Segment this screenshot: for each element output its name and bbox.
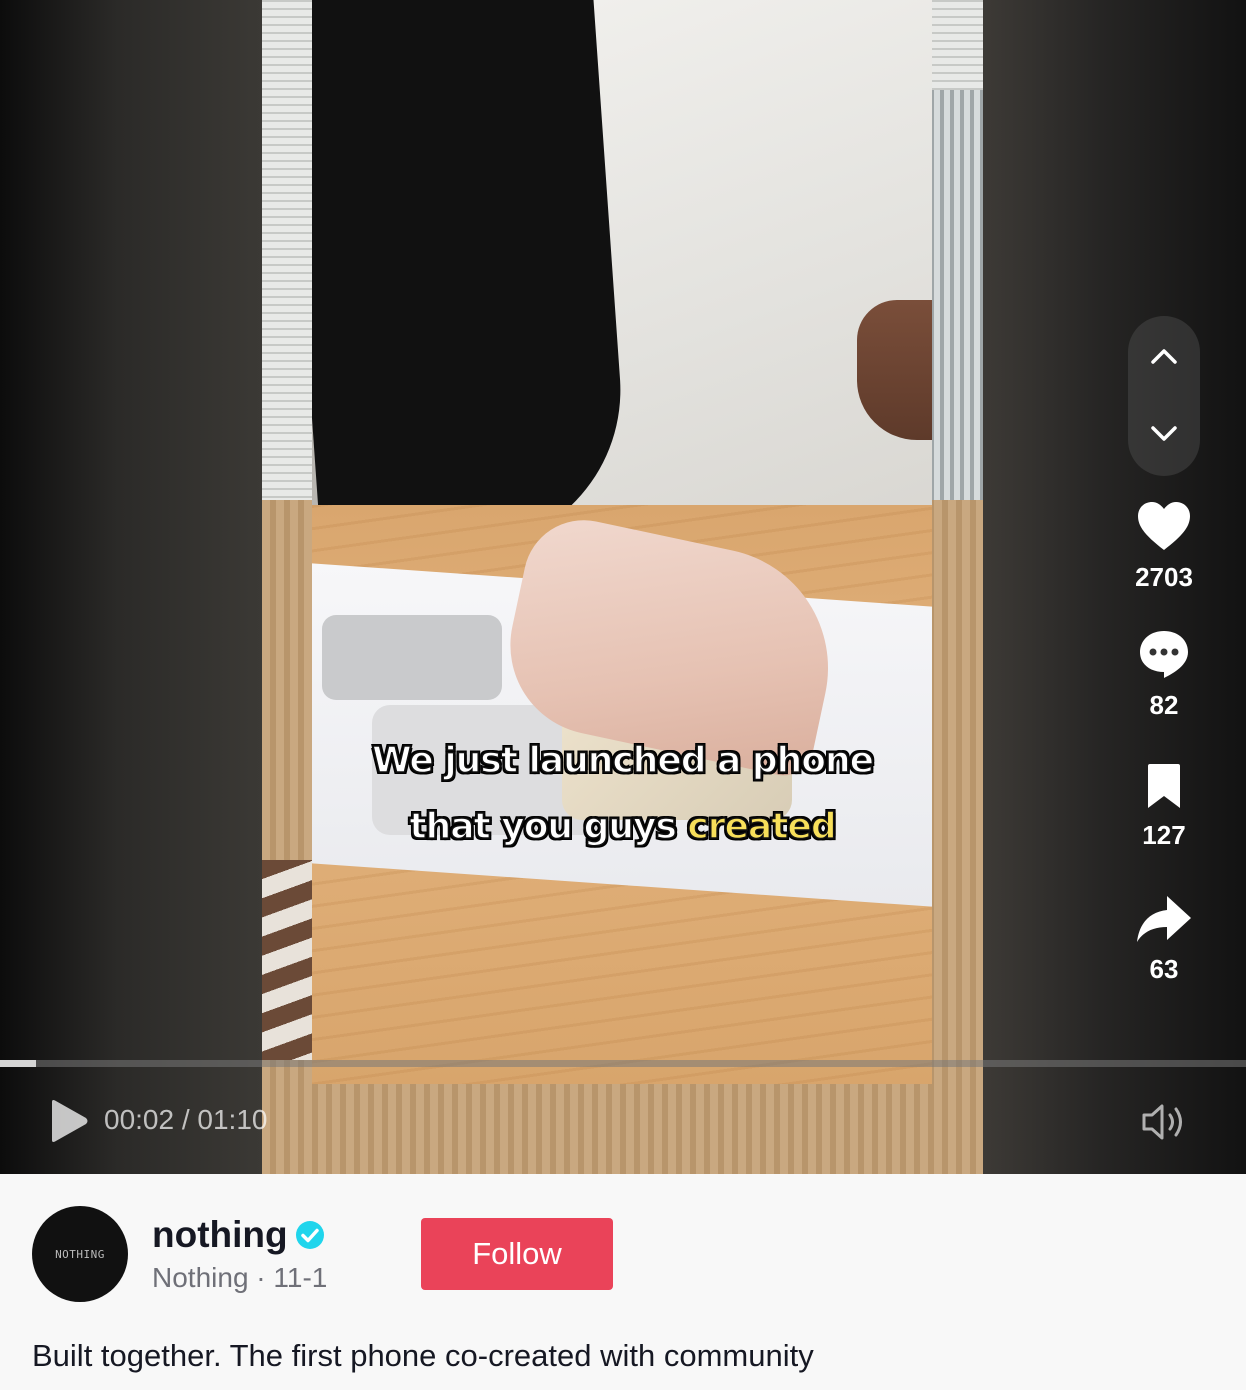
play-button[interactable] (46, 1098, 90, 1144)
share-icon (1137, 896, 1191, 942)
video-caption-line-1: We just launched a phone (371, 739, 875, 782)
video-description: Built together. The first phone co-creat… (32, 1338, 814, 1373)
blurred-backdrop-left (0, 0, 262, 1174)
video-bg-blinds (930, 90, 983, 560)
caption-highlight: created (687, 805, 838, 848)
video-player[interactable]: We just launched a phone that you guys c… (0, 0, 1246, 1174)
follow-button[interactable]: Follow (421, 1218, 613, 1290)
author-meta: Nothing · 11-1 (152, 1262, 328, 1293)
video-time: 00:02 / 01:10 (104, 1104, 268, 1135)
comment-icon (1140, 631, 1188, 678)
comment-button[interactable]: 82 (1124, 628, 1204, 721)
video-navigation (1128, 316, 1200, 476)
bookmark-icon (1148, 764, 1180, 808)
share-count: 63 (1149, 954, 1179, 984)
volume-icon (1142, 1104, 1182, 1140)
like-button[interactable]: 2703 (1124, 500, 1204, 593)
share-button[interactable]: 63 (1124, 892, 1204, 985)
video-caption-line-2: that you guys created (262, 805, 983, 848)
save-count: 127 (1142, 820, 1186, 850)
author-username[interactable]: nothing (152, 1214, 288, 1256)
avatar[interactable]: NOTHING (32, 1206, 128, 1302)
video-progress-fill (0, 1060, 37, 1067)
comment-count: 82 (1149, 690, 1179, 720)
video-frame[interactable] (262, 0, 983, 1174)
video-sleeve (312, 0, 632, 561)
author-panel: NOTHING nothing Nothing · 11-1 Follow Bu… (0, 1174, 1246, 1390)
heart-icon (1138, 502, 1190, 550)
play-icon (52, 1100, 88, 1142)
video-progress-bar[interactable] (0, 1060, 1246, 1067)
inner-video-clip (312, 0, 932, 1084)
volume-button[interactable] (1140, 1100, 1190, 1144)
blurred-backdrop-right (983, 0, 1246, 1174)
caption-text: that you guys (409, 805, 688, 848)
video-tray-1 (322, 615, 502, 700)
avatar-logo-text: NOTHING (55, 1247, 105, 1261)
like-count: 2703 (1135, 562, 1193, 592)
verified-badge-icon (296, 1221, 324, 1249)
chevron-up-icon (1151, 349, 1177, 364)
previous-video-button[interactable] (1128, 326, 1200, 386)
next-video-button[interactable] (1128, 404, 1200, 464)
save-button[interactable]: 127 (1124, 762, 1204, 851)
chevron-down-icon (1151, 426, 1177, 441)
